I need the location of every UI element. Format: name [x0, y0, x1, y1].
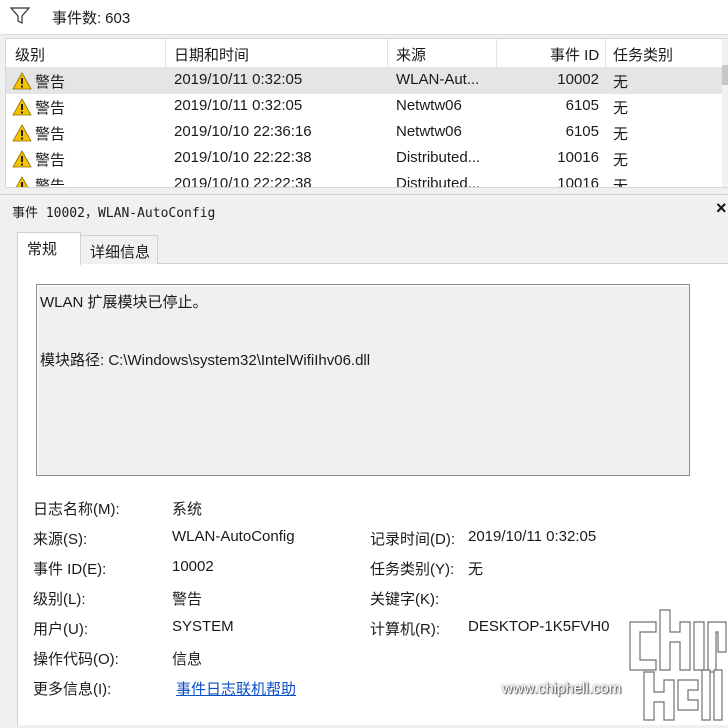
- source-value: WLAN-AutoConfig: [172, 528, 295, 545]
- cell-event-id: 10016: [557, 149, 599, 166]
- keywords-label: 关键字(K):: [370, 591, 440, 608]
- task-category-label: 任务类别(Y):: [370, 561, 455, 578]
- opcode-value: 信息: [172, 651, 203, 668]
- cell-level: 警告: [35, 74, 66, 91]
- cell-event-id: 6105: [565, 123, 599, 140]
- event-log-help-link[interactable]: 事件日志联机帮助: [176, 678, 296, 699]
- chiphell-logo-icon: [629, 609, 727, 721]
- event-description[interactable]: WLAN 扩展模块已停止。 模块路径: C:\Windows\system32\…: [36, 284, 690, 476]
- cell-datetime: 2019/10/10 22:22:38: [174, 175, 312, 188]
- list-scroll-thumb[interactable]: [722, 65, 728, 85]
- user-label: 用户(U):: [33, 621, 88, 638]
- source-label: 来源(S):: [33, 531, 88, 548]
- column-task-category[interactable]: 任务类别: [613, 44, 673, 65]
- table-row[interactable]: 警告 2019/10/11 0:32:05 WLAN-Aut... 10002 …: [6, 68, 722, 94]
- event-list[interactable]: 级别 日期和时间 来源 事件 ID 任务类别 警告 2019/10/11 0:3…: [5, 38, 728, 188]
- cell-task: 无: [613, 74, 629, 91]
- cell-level: 警告: [35, 126, 66, 143]
- more-info-label: 更多信息(I):: [33, 681, 112, 698]
- cell-task: 无: [613, 178, 629, 188]
- table-row[interactable]: 警告 2019/10/10 22:22:38 Distributed... 10…: [6, 172, 722, 188]
- level-label: 级别(L):: [33, 591, 86, 608]
- opcode-label: 操作代码(O):: [33, 651, 119, 668]
- log-name-value: 系统: [172, 501, 203, 518]
- cell-level: 警告: [35, 100, 66, 117]
- event-id-value: 10002: [172, 558, 214, 575]
- computer-label: 计算机(R):: [370, 621, 440, 638]
- user-value: SYSTEM: [172, 618, 234, 635]
- cell-source: Netwtw06: [396, 123, 462, 140]
- column-datetime[interactable]: 日期和时间: [174, 44, 249, 65]
- tab-general-label: 常规: [27, 241, 58, 258]
- column-separator[interactable]: [387, 39, 388, 67]
- cell-task: 无: [613, 152, 629, 169]
- warning-icon: [12, 150, 32, 168]
- warning-icon: [15, 176, 29, 187]
- toolbar: 事件数: 603: [0, 0, 728, 35]
- close-button[interactable]: ×: [716, 198, 727, 219]
- cell-source: Distributed...: [396, 149, 481, 166]
- cell-source: Distributed...: [396, 175, 481, 188]
- column-separator[interactable]: [605, 39, 606, 67]
- event-count-value: 603: [105, 10, 131, 27]
- cell-event-id: 6105: [565, 97, 599, 114]
- description-line: 模块路径: C:\Windows\system32\IntelWifiIhv06…: [40, 352, 371, 369]
- tab-general[interactable]: 常规: [17, 232, 81, 265]
- cell-event-id: 10016: [557, 175, 599, 188]
- task-category-value: 无: [468, 561, 484, 578]
- logged-value: 2019/10/11 0:32:05: [468, 528, 597, 545]
- watermark-url: www.chiphell.com: [502, 680, 622, 697]
- cell-datetime: 2019/10/10 22:36:16: [174, 123, 312, 140]
- tab-details-label: 详细信息: [90, 244, 151, 261]
- event-count-label: 事件数:: [52, 10, 102, 27]
- cell-datetime: 2019/10/11 0:32:05: [174, 71, 303, 88]
- list-header: 级别 日期和时间 来源 事件 ID 任务类别: [6, 39, 728, 68]
- description-line: WLAN 扩展模块已停止。: [40, 294, 208, 311]
- warning-icon: [12, 98, 32, 116]
- cell-task: 无: [613, 126, 629, 143]
- cell-source: WLAN-Aut...: [396, 71, 480, 88]
- column-event-id[interactable]: 事件 ID: [550, 44, 599, 65]
- cell-datetime: 2019/10/10 22:22:38: [174, 149, 312, 166]
- column-source[interactable]: 来源: [396, 44, 426, 65]
- level-value: 警告: [172, 591, 203, 608]
- list-scrollbar[interactable]: [722, 39, 728, 187]
- filter-icon[interactable]: [10, 7, 30, 25]
- table-row[interactable]: 警告 2019/10/10 22:36:16 Netwtw06 6105 无: [6, 120, 722, 146]
- tab-details[interactable]: 详细信息: [80, 235, 158, 264]
- column-separator[interactable]: [165, 39, 166, 67]
- chiphell-watermark: www.chiphell.com: [498, 600, 728, 724]
- cell-datetime: 2019/10/11 0:32:05: [174, 97, 303, 114]
- cell-source: Netwtw06: [396, 97, 462, 114]
- detail-title: 事件 10002，WLAN-AutoConfig: [12, 206, 216, 221]
- warning-icon: [12, 124, 32, 142]
- detail-header: 事件 10002，WLAN-AutoConfig ×: [0, 194, 728, 225]
- cell-level: 警告: [35, 152, 66, 169]
- table-row[interactable]: 警告 2019/10/11 0:32:05 Netwtw06 6105 无: [6, 94, 722, 120]
- logged-label: 记录时间(D):: [370, 531, 455, 548]
- event-id-label: 事件 ID(E):: [33, 561, 107, 578]
- cell-task: 无: [613, 100, 629, 117]
- table-row[interactable]: 警告 2019/10/10 22:22:38 Distributed... 10…: [6, 146, 722, 172]
- column-level[interactable]: 级别: [15, 44, 45, 65]
- warning-icon: [12, 72, 32, 90]
- event-count: 事件数: 603: [52, 7, 130, 28]
- log-name-label: 日志名称(M):: [33, 501, 120, 518]
- cell-level: 警告: [35, 178, 66, 188]
- cell-event-id: 10002: [557, 71, 599, 88]
- column-separator[interactable]: [496, 39, 497, 67]
